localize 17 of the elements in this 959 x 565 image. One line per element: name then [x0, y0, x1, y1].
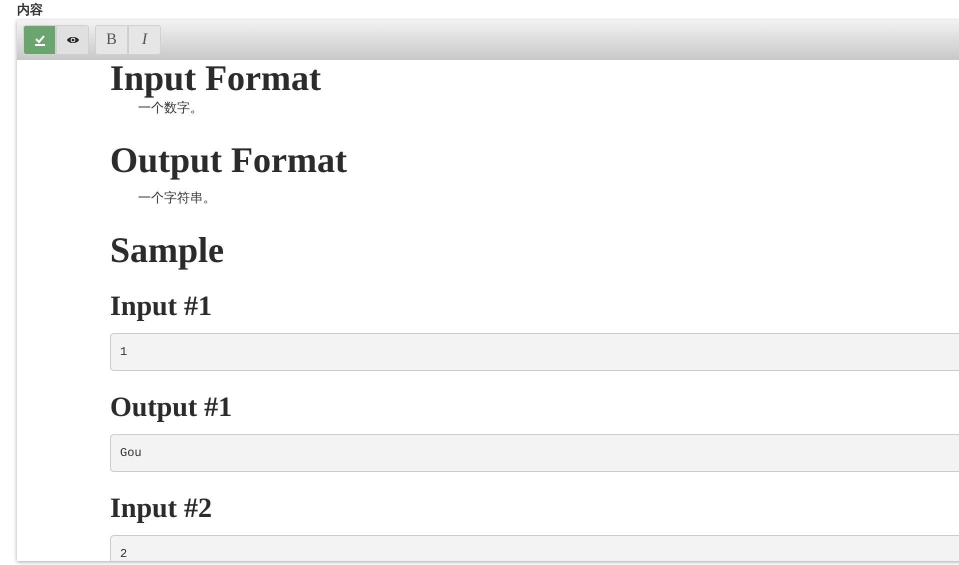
- paragraph: 一个字符串。: [137, 190, 217, 208]
- code-block: Gou: [110, 434, 959, 472]
- heading: Input #1: [110, 291, 213, 323]
- code-block: 1: [110, 333, 959, 371]
- eye-icon: [66, 35, 80, 45]
- heading: Sample: [110, 230, 226, 270]
- heading: Input #2: [110, 493, 213, 525]
- code-block: 2: [110, 535, 959, 561]
- preview-button[interactable]: [56, 25, 89, 55]
- italic-button[interactable]: I: [128, 25, 161, 55]
- field-label: 内容: [17, 1, 43, 19]
- paragraph: 一个数字。: [137, 100, 204, 118]
- heading: Input Format: [110, 60, 322, 98]
- checkmark-icon: [34, 34, 46, 46]
- bold-button[interactable]: B: [95, 25, 128, 55]
- heading: Output #1: [110, 392, 234, 424]
- heading: Output Format: [110, 140, 348, 180]
